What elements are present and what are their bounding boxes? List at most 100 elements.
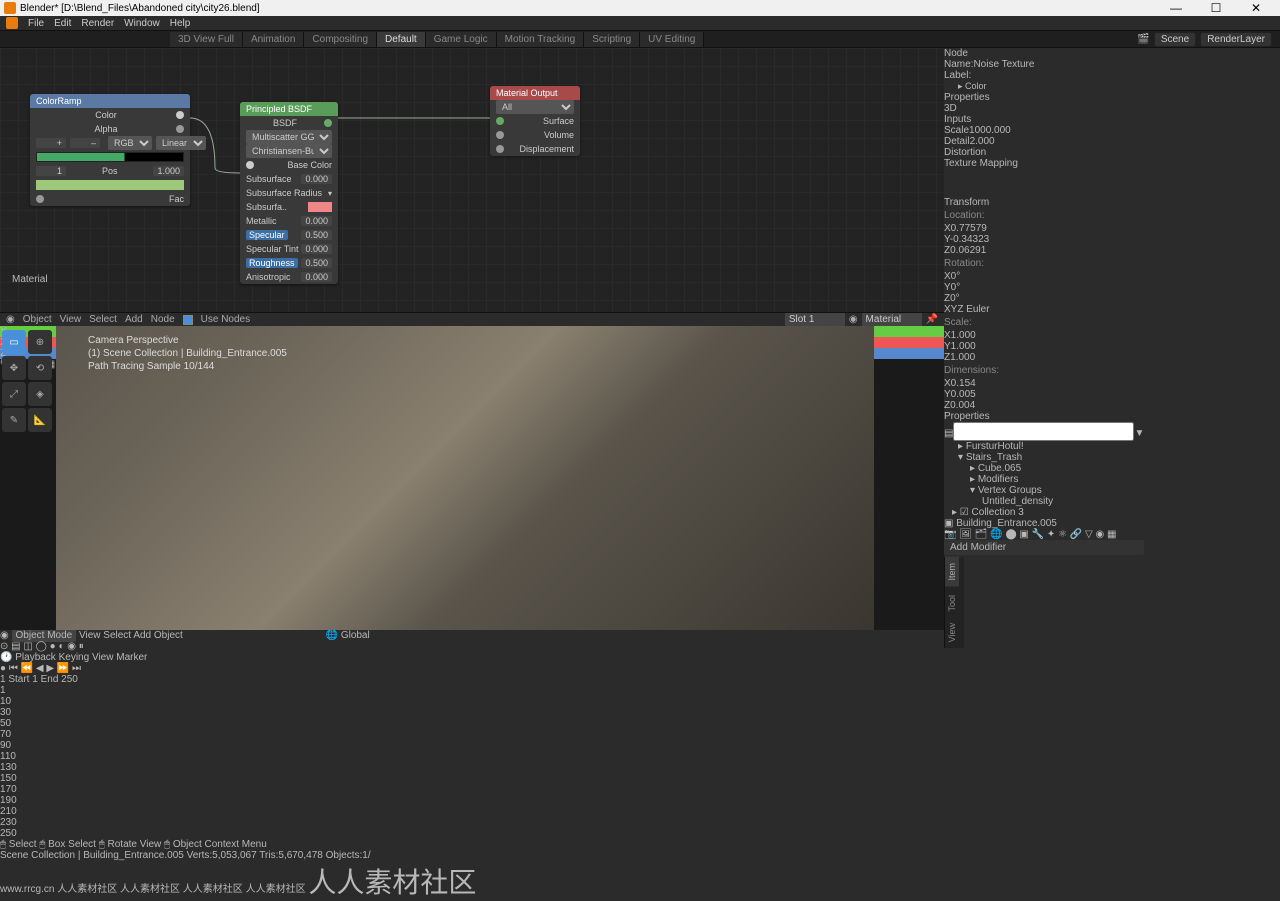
- orientation-label[interactable]: Global: [341, 630, 370, 641]
- dim-z[interactable]: 0.004: [950, 400, 975, 411]
- shading-wire-icon[interactable]: ◯: [36, 641, 47, 652]
- tab-constraint-icon[interactable]: 🔗: [1070, 529, 1082, 540]
- material-name-input[interactable]: [862, 313, 922, 326]
- panel-texmap[interactable]: Texture Mapping: [944, 158, 1144, 169]
- ne-select[interactable]: Select: [89, 314, 117, 325]
- outliner-item[interactable]: ▾ Stairs_Trash: [944, 452, 1144, 463]
- panel-node[interactable]: Node: [944, 48, 1144, 59]
- tab-default[interactable]: Default: [377, 32, 426, 47]
- npanel-tab-item[interactable]: Item: [945, 557, 959, 587]
- editor-type-icon[interactable]: 🕐: [0, 652, 12, 663]
- tool-move[interactable]: ✥: [2, 356, 26, 380]
- outliner[interactable]: ▤▼ ▸ FursturHotul! ▾ Stairs_Trash ▸ Cube…: [944, 422, 1144, 518]
- play-rev-icon[interactable]: ◀: [36, 663, 44, 674]
- colorramp-interp[interactable]: Linear: [156, 136, 206, 150]
- current-frame[interactable]: 1: [0, 674, 6, 685]
- ne-view[interactable]: View: [60, 314, 82, 325]
- maximize-button[interactable]: ☐: [1196, 1, 1236, 15]
- vp-object[interactable]: Object: [154, 630, 183, 641]
- tl-keying[interactable]: Keying: [59, 652, 90, 663]
- xray-icon[interactable]: ◫: [23, 641, 32, 652]
- ne-add[interactable]: Add: [125, 314, 143, 325]
- shading-solid-icon[interactable]: ●: [50, 641, 56, 652]
- tab-animation[interactable]: Animation: [243, 32, 304, 47]
- playhead[interactable]: 1: [0, 685, 1280, 696]
- tab-scene-icon[interactable]: 🌐: [990, 529, 1002, 540]
- ne-mode[interactable]: Object: [23, 314, 52, 325]
- add-modifier-button[interactable]: Add Modifier: [944, 540, 1144, 555]
- input-detail[interactable]: 2.000: [970, 136, 995, 147]
- tab-uvediting[interactable]: UV Editing: [640, 32, 704, 47]
- menu-edit[interactable]: Edit: [54, 18, 71, 29]
- npanel-tab-tool[interactable]: Tool: [945, 589, 959, 618]
- tool-annotate[interactable]: ✎: [2, 408, 26, 432]
- scl-z[interactable]: 1.000: [950, 352, 975, 363]
- tex-dim[interactable]: 3D: [944, 103, 957, 114]
- tab-scripting[interactable]: Scripting: [584, 32, 640, 47]
- scene-selector[interactable]: Scene: [1154, 32, 1196, 47]
- panel-transform[interactable]: Transform: [944, 197, 1144, 208]
- panel-properties2[interactable]: Properties: [944, 411, 1144, 422]
- tab-object-icon[interactable]: ▣: [1019, 529, 1028, 540]
- colorramp-mode[interactable]: RGB: [108, 136, 152, 150]
- pin-icon[interactable]: 📌: [926, 314, 938, 325]
- tab-output-icon[interactable]: 🖼: [959, 529, 972, 540]
- 3d-viewport[interactable]: ▭ ⊕ ✥ ⟲ ⤢ ◈ ✎ 📐 Camera Perspective (1) S…: [0, 326, 944, 630]
- tab-3dviewfull[interactable]: 3D View Full: [170, 32, 243, 47]
- vp-select[interactable]: Select: [103, 630, 131, 641]
- tab-render-icon[interactable]: 📷: [944, 529, 956, 540]
- colorramp-idx[interactable]: 1: [36, 166, 66, 176]
- next-key-icon[interactable]: ⏩: [57, 663, 69, 674]
- scl-x[interactable]: 1.000: [951, 330, 976, 341]
- end-frame[interactable]: 250: [61, 674, 78, 685]
- outliner-item[interactable]: ▸ ☑ Collection 3: [944, 507, 1144, 518]
- principled-dist[interactable]: Multiscatter GGX: [246, 130, 332, 144]
- close-button[interactable]: ✕: [1236, 1, 1276, 15]
- dim-y[interactable]: 0.005: [951, 389, 976, 400]
- tool-select[interactable]: ▭: [2, 330, 26, 354]
- outliner-item[interactable]: Untitled_density: [944, 496, 1144, 507]
- play-icon[interactable]: ▶: [46, 663, 54, 674]
- use-nodes-checkbox[interactable]: [183, 315, 193, 325]
- panel-inputs[interactable]: Inputs: [944, 114, 1144, 125]
- tool-measure[interactable]: 📐: [28, 408, 52, 432]
- orientation-icon[interactable]: 🌐: [326, 630, 338, 641]
- outliner-item[interactable]: ▸ FursturHotul!: [944, 441, 1144, 452]
- tab-texture-icon[interactable]: ▦: [1107, 529, 1116, 540]
- tab-physics-icon[interactable]: ⚛: [1058, 529, 1067, 540]
- tl-playback[interactable]: Playback: [15, 652, 56, 663]
- colorramp-gradient[interactable]: [36, 152, 184, 162]
- npanel-tab-view[interactable]: View: [945, 617, 959, 648]
- node-principled-bsdf[interactable]: Principled BSDF BSDF Multiscatter GGX Ch…: [240, 102, 338, 284]
- ramp-color-swatch[interactable]: [36, 180, 184, 190]
- gizmo-toggle-icon[interactable]: ⊙: [0, 641, 8, 652]
- rot-x[interactable]: 0°: [951, 271, 961, 282]
- tool-transform[interactable]: ◈: [28, 382, 52, 406]
- jump-end-icon[interactable]: ⏭: [72, 663, 81, 674]
- overlay-toggle-icon[interactable]: ▤: [11, 641, 20, 652]
- colorramp-del[interactable]: –: [70, 138, 100, 148]
- pause-icon[interactable]: ⏸: [79, 641, 84, 652]
- shading-lookdev-icon[interactable]: ◐: [58, 641, 64, 652]
- minimize-button[interactable]: —: [1156, 1, 1196, 15]
- colorramp-pos[interactable]: 1.000: [153, 166, 184, 176]
- loc-y[interactable]: -0.34323: [950, 234, 989, 245]
- editor-type-icon[interactable]: ◉: [6, 314, 15, 325]
- colorramp-add[interactable]: +: [36, 138, 66, 148]
- node-material-output[interactable]: Material Output All Surface Volume Displ…: [490, 86, 580, 156]
- outliner-item[interactable]: ▸ Cube.065: [944, 463, 1144, 474]
- filter-funnel-icon[interactable]: ▼: [1134, 428, 1144, 439]
- menu-window[interactable]: Window: [124, 18, 160, 29]
- editor-type-icon[interactable]: ◉: [0, 630, 9, 641]
- tl-marker[interactable]: Marker: [116, 652, 147, 663]
- principled-sss-method[interactable]: Christiansen-Burley: [246, 144, 332, 158]
- tab-viewlayer-icon[interactable]: 🗂: [975, 529, 988, 540]
- tab-motiontracking[interactable]: Motion Tracking: [497, 32, 585, 47]
- slot-selector[interactable]: [785, 313, 845, 326]
- rot-mode[interactable]: XYZ Euler: [944, 304, 990, 315]
- scl-y[interactable]: 1.000: [951, 341, 976, 352]
- tab-particle-icon[interactable]: ✦: [1047, 529, 1055, 540]
- timeline-ruler[interactable]: 1 1030507090110130150170190210230250: [0, 685, 1280, 839]
- node-name-field[interactable]: Noise Texture: [973, 59, 1034, 70]
- tab-material-icon[interactable]: ◉: [1096, 529, 1105, 540]
